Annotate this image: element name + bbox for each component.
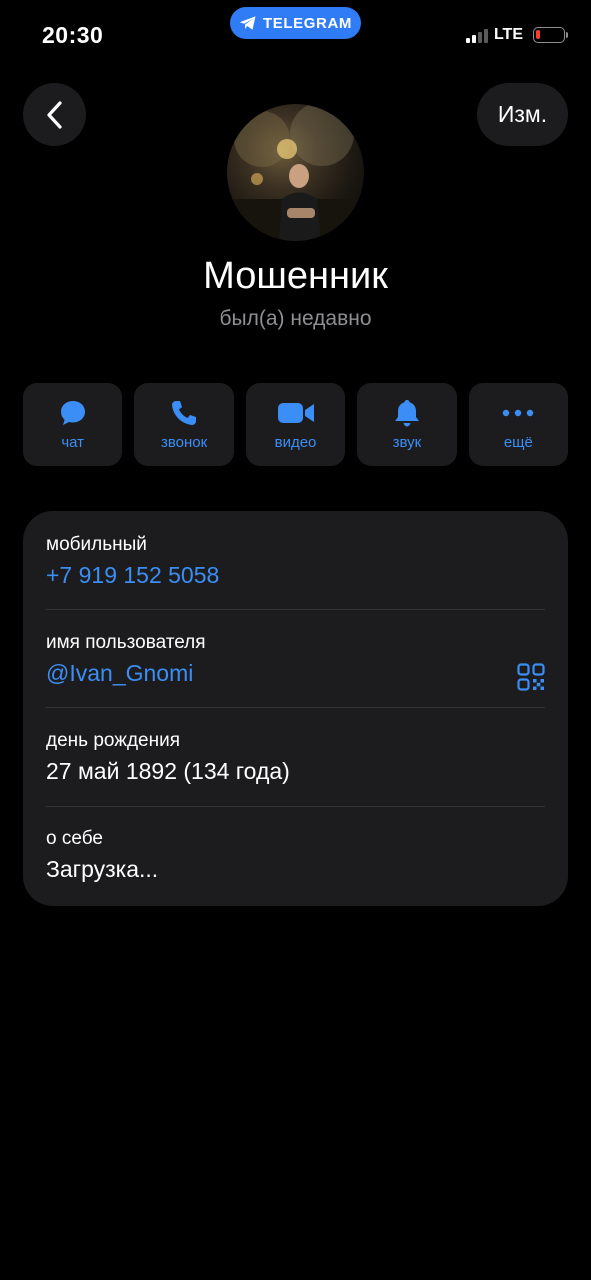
telegram-plane-icon <box>239 16 256 30</box>
telegram-return-pill[interactable]: TELEGRAM <box>230 7 361 39</box>
last-seen-status: был(а) недавно <box>219 307 372 330</box>
telegram-pill-label: TELEGRAM <box>263 14 352 32</box>
call-button[interactable]: звонок <box>134 383 234 466</box>
about-label: о себе <box>46 828 103 849</box>
more-button[interactable]: ещё <box>468 383 569 466</box>
battery-level-fill <box>536 30 540 39</box>
video-label: видео <box>274 434 317 451</box>
birthday-value: 27 май 1892 (134 года) <box>46 758 290 784</box>
status-time: 20:30 <box>42 22 104 48</box>
network-type: LTE <box>493 26 523 43</box>
contact-name: Мошенник <box>203 255 388 297</box>
call-label: звонок <box>161 434 208 451</box>
action-buttons: чат звонок видео звук ещё <box>23 383 569 466</box>
cellular-signal-icon <box>465 27 488 43</box>
username-row[interactable]: имя пользователя @Ivan_Gnomi <box>46 632 545 691</box>
mobile-number[interactable]: +7 919 152 5058 <box>46 562 545 589</box>
divider <box>46 609 545 610</box>
mobile-label: мобильный <box>46 534 147 555</box>
bell-icon <box>394 400 419 427</box>
video-camera-icon <box>277 403 314 423</box>
username-label: имя пользователя <box>46 632 206 653</box>
video-button[interactable]: видео <box>245 383 346 466</box>
avatar-photo <box>227 104 364 241</box>
chat-bubble-icon <box>60 401 85 425</box>
phone-icon <box>172 401 197 425</box>
username-value[interactable]: @Ivan_Gnomi <box>46 660 545 687</box>
about-row: о себе Загрузка... <box>46 828 545 883</box>
back-button[interactable] <box>23 83 86 146</box>
birthday-row: день рождения 27 май 1892 (134 года) <box>46 730 545 785</box>
about-value: Загрузка... <box>46 856 159 882</box>
status-indicators: LTE <box>465 26 568 44</box>
divider <box>46 806 545 807</box>
more-dots-icon <box>503 409 534 417</box>
sound-label: звук <box>392 434 422 451</box>
divider <box>46 707 545 708</box>
avatar[interactable] <box>227 104 364 241</box>
battery-icon <box>533 27 568 43</box>
sound-button[interactable]: звук <box>357 383 457 466</box>
chat-label: чат <box>61 434 85 451</box>
qr-code-icon[interactable] <box>517 663 545 691</box>
chevron-left-icon <box>46 100 62 129</box>
contact-info-card: мобильный +7 919 152 5058 имя пользовате… <box>23 511 568 906</box>
edit-button[interactable]: Изм. <box>477 83 568 146</box>
more-label: ещё <box>503 434 533 451</box>
chat-button[interactable]: чат <box>23 383 123 466</box>
mobile-row[interactable]: мобильный +7 919 152 5058 <box>46 534 545 589</box>
profile-screen: 20:30 TELEGRAM LTE Изм. Мошенник был(а) … <box>0 0 591 1280</box>
birthday-label: день рождения <box>46 730 181 751</box>
